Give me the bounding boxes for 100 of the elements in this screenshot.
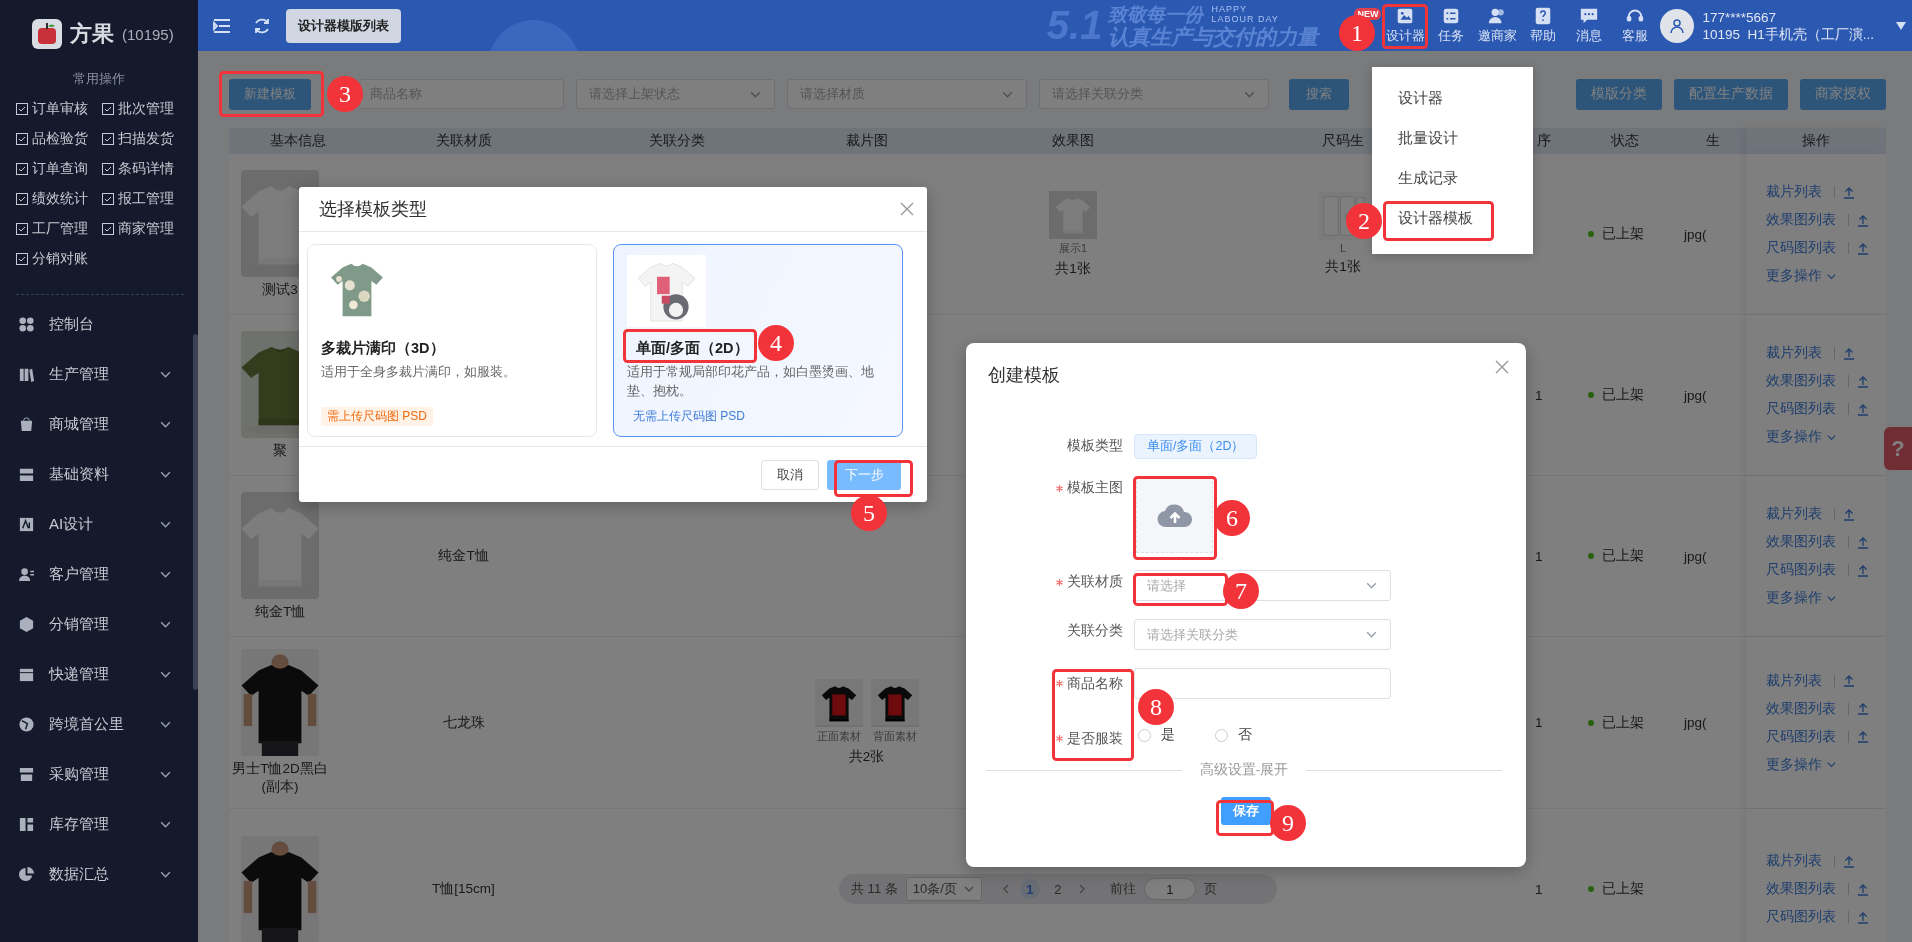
quick-link[interactable]: 商家管理 [118,220,174,238]
table-link[interactable]: 效果图列表 [1766,880,1836,898]
column-header: 效果图 [1052,132,1094,150]
upload-icon[interactable] [1857,374,1869,388]
upload-icon[interactable] [1843,854,1855,868]
caret-icon[interactable] [1896,21,1906,30]
menu-item[interactable]: AI设计 [0,499,192,549]
field-label: 是否服装 [1067,729,1123,748]
column-header: 尺码生 [1322,132,1364,150]
table-link[interactable]: 效果图列表 [1766,372,1836,390]
quick-link[interactable]: 扫描发货 [118,130,174,148]
option-card[interactable]: 多裁片满印（3D） 适用于全身多裁片满印，如服装。 需上传尺码图 PSD [307,244,597,437]
nav-button[interactable]: 邀商家 [1474,2,1521,51]
table-link[interactable]: 裁片列表 [1766,505,1822,523]
close-icon[interactable] [899,201,915,217]
table-cell: 七龙珠 [442,713,485,732]
radio-option[interactable]: 是 [1138,726,1175,744]
more-actions-link[interactable]: 更多操作 [1766,267,1837,285]
scrollbar[interactable] [193,334,198,690]
goto-label: 前往 [1109,880,1136,898]
upload-icon[interactable] [1857,702,1869,715]
menu-item[interactable]: 控制台 [0,299,192,349]
close-icon[interactable] [1494,359,1510,375]
table-link[interactable]: 尺码图列表 [1766,400,1836,418]
menu-item[interactable]: 客户管理 [0,549,192,599]
avatar[interactable] [1660,8,1695,43]
account-id: (10195) [122,25,174,43]
upload-icon[interactable] [1857,213,1869,227]
quick-link[interactable]: 报工管理 [118,190,174,208]
more-actions-link[interactable]: 更多操作 [1766,755,1837,774]
dropdown-item[interactable]: 生成记录 [1384,158,1525,198]
upload-area[interactable] [1136,476,1213,553]
quick-link[interactable]: 分销对账 [32,250,88,268]
menu-item[interactable]: 采购管理 [0,749,192,799]
checkbox-icon [16,133,28,145]
more-actions-link[interactable]: 更多操作 [1766,589,1837,607]
page-input[interactable]: 1 [1143,878,1196,900]
nav-button[interactable]: 帮助 [1520,2,1567,51]
upload-icon[interactable] [1857,563,1869,577]
nav-button[interactable]: 设计器 [1382,2,1429,51]
menu-item[interactable]: 生产管理 [0,349,192,399]
upload-icon[interactable] [1843,507,1855,521]
table-link[interactable]: 效果图列表 [1766,211,1836,229]
menu-item[interactable]: 数据汇总 [0,849,192,899]
menu-item[interactable]: 快递管理 [0,649,192,699]
upload-icon[interactable] [1857,241,1869,255]
field-label: 关联分类 [1067,622,1123,640]
save-button[interactable]: 保存 [1221,797,1271,825]
quick-link[interactable]: 批次管理 [118,100,174,118]
upload-icon[interactable] [1857,535,1869,549]
menu-item[interactable]: 跨境首公里 [0,699,192,749]
page-unit: 页 [1203,880,1217,898]
upload-icon[interactable] [1857,910,1869,924]
type-tag: 单面/多面（2D） [1134,434,1258,459]
status-text: 已上架 [1602,713,1644,732]
input-field[interactable] [1134,668,1391,699]
nav-button[interactable]: 客服 [1612,2,1659,51]
dropdown-item[interactable]: 设计器模板 [1384,198,1525,238]
quick-link[interactable]: 品检验货 [32,130,88,148]
quick-link[interactable]: 工厂管理 [32,220,88,238]
page-button[interactable]: 2 [1047,879,1068,899]
quick-link[interactable]: 订单查询 [32,160,88,178]
menu-item[interactable]: 分销管理 [0,599,192,649]
column-header: 关联材质 [435,132,492,150]
status-text: 已上架 [1602,386,1644,404]
table-link[interactable]: 裁片列表 [1766,344,1822,362]
table-link[interactable]: 裁片列表 [1766,852,1822,870]
total-count: 共 11 条 [851,880,898,898]
page-size-select[interactable]: 10条/页 [905,877,982,901]
radio-option[interactable]: 否 [1215,726,1252,744]
chevron-down-icon [1826,759,1837,770]
upload-icon[interactable] [1843,674,1855,687]
table-link[interactable]: 尺码图列表 [1766,727,1836,746]
table-link[interactable]: 尺码图列表 [1766,908,1836,926]
menu-item[interactable]: 基础资料 [0,449,192,499]
upload-icon[interactable] [1843,185,1855,199]
nav-button[interactable]: 消息 [1566,2,1613,51]
status-dot-icon [1588,553,1594,559]
dropdown-item[interactable]: 批量设计 [1384,118,1525,158]
quick-link[interactable]: 绩效统计 [32,190,88,208]
dropdown-item[interactable]: 设计器 [1384,78,1525,118]
cancel-button[interactable]: 取消 [761,459,819,490]
upload-icon[interactable] [1857,882,1869,896]
table-link[interactable]: 尺码图列表 [1766,561,1836,579]
nav-button[interactable]: 任务 [1428,2,1475,51]
quick-link[interactable]: 条码详情 [118,160,174,178]
quick-link[interactable]: 订单审核 [32,100,88,118]
menu-item[interactable]: 商城管理 [0,399,192,449]
page-tab[interactable]: 设计器模版列表 [286,8,401,43]
more-actions-link[interactable]: 更多操作 [1766,428,1837,446]
advanced-toggle[interactable]: 高级设置-展开 [1199,761,1289,779]
table-link[interactable]: 效果图列表 [1766,699,1836,718]
table-link[interactable]: 裁片列表 [1766,671,1822,690]
upload-icon[interactable] [1857,402,1869,416]
table-link[interactable]: 效果图列表 [1766,533,1836,551]
upload-icon[interactable] [1857,730,1869,743]
menu-item[interactable]: 库存管理 [0,799,192,849]
upload-icon[interactable] [1843,346,1855,360]
table-link[interactable]: 裁片列表 [1766,183,1822,201]
table-link[interactable]: 尺码图列表 [1766,239,1836,257]
